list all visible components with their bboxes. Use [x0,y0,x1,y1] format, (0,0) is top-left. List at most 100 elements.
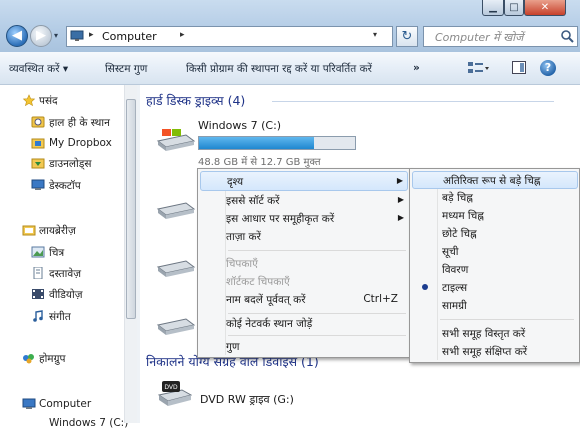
sidebar-computer[interactable]: Computer [39,398,91,410]
menu-item-label: मध्यम चिह्न [442,210,484,222]
view-medium-icons[interactable]: मध्यम चिह्न [412,207,578,225]
menu-item-paste[interactable]: चिपकाएँ [200,254,408,274]
submenu-arrow-icon: ▶ [397,213,404,222]
menu-item-undo-rename[interactable]: नाम बदलें पूर्ववत् करें Ctrl+Z [200,290,408,310]
view-content[interactable]: सामग्री [412,297,578,315]
libraries-icon [22,225,36,236]
sidebar-favorites[interactable]: पसंद [39,94,58,108]
sidebar-item-desktop[interactable]: डेस्कटॉप [49,179,81,193]
view-details[interactable]: विवरण [412,261,578,279]
uninstall-program-button[interactable]: किसी प्रोग्राम की स्थापना रद्द करें या प… [186,62,372,76]
search-icon[interactable] [560,29,574,43]
menu-item-label: टाइल्स [442,282,468,294]
sidebar-item-my-dropbox[interactable]: My Dropbox [49,137,112,149]
dvd-drive-icon[interactable]: DVD [158,381,192,411]
help-button[interactable]: ? [540,60,556,76]
dvd-badge: DVD [164,384,178,391]
address-dropdown-icon[interactable]: ▾ [373,30,377,39]
menu-item-paste-shortcut[interactable]: शॉर्टकट चिपकाएँ [200,272,408,292]
preview-pane-icon[interactable] [512,61,526,74]
system-properties-button[interactable]: सिस्टम गुण [105,62,147,76]
menu-item-label: कोई नेटवर्क स्थान जोड़ें [226,318,313,330]
sidebar-item-drive-c[interactable]: Windows 7 (C:) [49,417,128,429]
recent-places-icon [31,116,45,128]
view-extra-large-icons[interactable]: अतिरिक्त रूप से बड़े चिह्न [412,171,578,189]
submenu-arrow-icon: ▶ [396,176,403,185]
more-commands-button[interactable]: » [413,62,420,74]
expand-all-groups[interactable]: सभी समूह विस्तृत करें [412,325,578,343]
search-input[interactable]: Computer में खोजें [423,26,578,47]
music-icon [33,310,43,322]
navigation-pane: पसंद हाल ही के स्थान My Dropbox डाउनलोड्… [0,85,137,429]
organize-button[interactable]: व्यवस्थित करें ▾ [9,62,68,76]
menu-item-properties[interactable]: गुण [200,337,408,357]
sidebar-item-downloads[interactable]: डाउनलोड्स [49,157,91,171]
menu-item-label: शॉर्टकट चिपकाएँ [226,276,290,288]
hard-drive-icon[interactable] [156,127,196,153]
selected-radio-icon [422,284,428,290]
menu-item-label: ताज़ा करें [226,231,261,243]
menu-item-label: सभी समूह संक्षिप्त करें [442,346,528,358]
menu-item-label: अतिरिक्त रूप से बड़े चिह्न [443,175,541,187]
sidebar-item-documents[interactable]: दस्तावेज़ [49,267,81,281]
view-tiles[interactable]: टाइल्स [412,279,578,297]
menu-item-sort-by[interactable]: इससे सॉर्ट करें ▶ [200,191,408,211]
menu-item-refresh[interactable]: ताज़ा करें [200,227,408,247]
submenu-arrow-icon: ▶ [397,195,404,204]
sidebar-item-recent-places[interactable]: हाल ही के स्थान [49,116,110,130]
favorites-star-icon [22,94,36,106]
sidebar-homegroup[interactable]: होमग्रुप [39,352,65,366]
sidebar-item-pictures[interactable]: चित्र [49,246,64,260]
breadcrumb-computer[interactable]: Computer [102,30,157,43]
context-menu: दृश्य ▶ इससे सॉर्ट करें ▶ इस आधार पर समू… [197,168,411,358]
sidebar-libraries[interactable]: लायब्रेरीज़ [39,224,76,238]
view-small-icons[interactable]: छोटे चिह्न [412,225,578,243]
maximize-icon: □ [509,2,519,13]
menu-item-label: सामग्री [442,300,467,312]
drive-c-free-space: 48.8 GB में से 12.7 GB मुक्त [198,157,321,168]
scrollbar-thumb[interactable] [126,99,136,319]
menu-item-add-network-location[interactable]: कोई नेटवर्क स्थान जोड़ें [200,314,408,334]
maximize-button[interactable]: □ [504,0,524,16]
forward-button[interactable]: ▶ [30,25,52,47]
view-large-icons[interactable]: बड़े चिह्न [412,189,578,207]
sidebar-item-videos[interactable]: वीडियोज़ [49,288,83,302]
menu-separator [228,250,406,251]
change-view-icon[interactable] [466,59,490,77]
address-bar[interactable]: ▸ Computer ▸ ▾ [66,26,393,47]
hard-drive-icon[interactable] [156,253,196,279]
dropbox-folder-icon [31,138,45,149]
view-submenu: अतिरिक्त रूप से बड़े चिह्न बड़े चिह्न मध… [409,168,580,363]
drive-c-usage-bar [198,136,356,150]
dvd-drive-name[interactable]: DVD RW ड्राइव (G:) [200,392,294,407]
menu-item-group-by[interactable]: इस आधार पर समूहीकृत करें ▶ [200,209,408,229]
menu-item-label: सभी समूह विस्तृत करें [442,328,526,340]
drive-c-name[interactable]: Windows 7 (C:) [198,119,281,132]
menu-item-label: विवरण [442,264,469,276]
group-header-hard-disk-drives[interactable]: हार्ड डिस्क ड्राइव्स (4) [146,92,245,109]
computer-icon [70,30,84,41]
refresh-button[interactable]: ↻ [396,26,418,47]
close-button[interactable]: ✕ [524,0,566,16]
recent-pages-dropdown[interactable]: ▾ [54,30,64,42]
sidebar-item-music[interactable]: संगीत [49,310,71,324]
menu-item-shortcut: Ctrl+Z [363,293,398,305]
back-button[interactable]: ◀ [6,25,28,47]
collapse-all-groups[interactable]: सभी समूह संक्षिप्त करें [412,343,578,361]
hard-drive-icon[interactable] [156,195,196,221]
documents-icon [33,267,43,279]
hard-drive-icon[interactable] [156,311,196,337]
menu-item-view[interactable]: दृश्य ▶ [200,171,408,191]
menu-item-label: चिपकाएँ [226,258,258,270]
breadcrumb-separator[interactable]: ▸ [89,30,94,40]
videos-icon [32,289,44,299]
downloads-folder-icon [31,158,45,169]
menu-item-label: दृश्य [227,176,244,188]
view-list[interactable]: सूची [412,243,578,261]
minimize-button[interactable]: ▁ [482,0,504,16]
breadcrumb-separator[interactable]: ▸ [180,30,185,40]
navigation-scrollbar[interactable] [124,85,137,423]
search-placeholder: Computer में खोजें [435,31,524,44]
group-divider [272,101,554,102]
menu-separator [440,319,574,320]
